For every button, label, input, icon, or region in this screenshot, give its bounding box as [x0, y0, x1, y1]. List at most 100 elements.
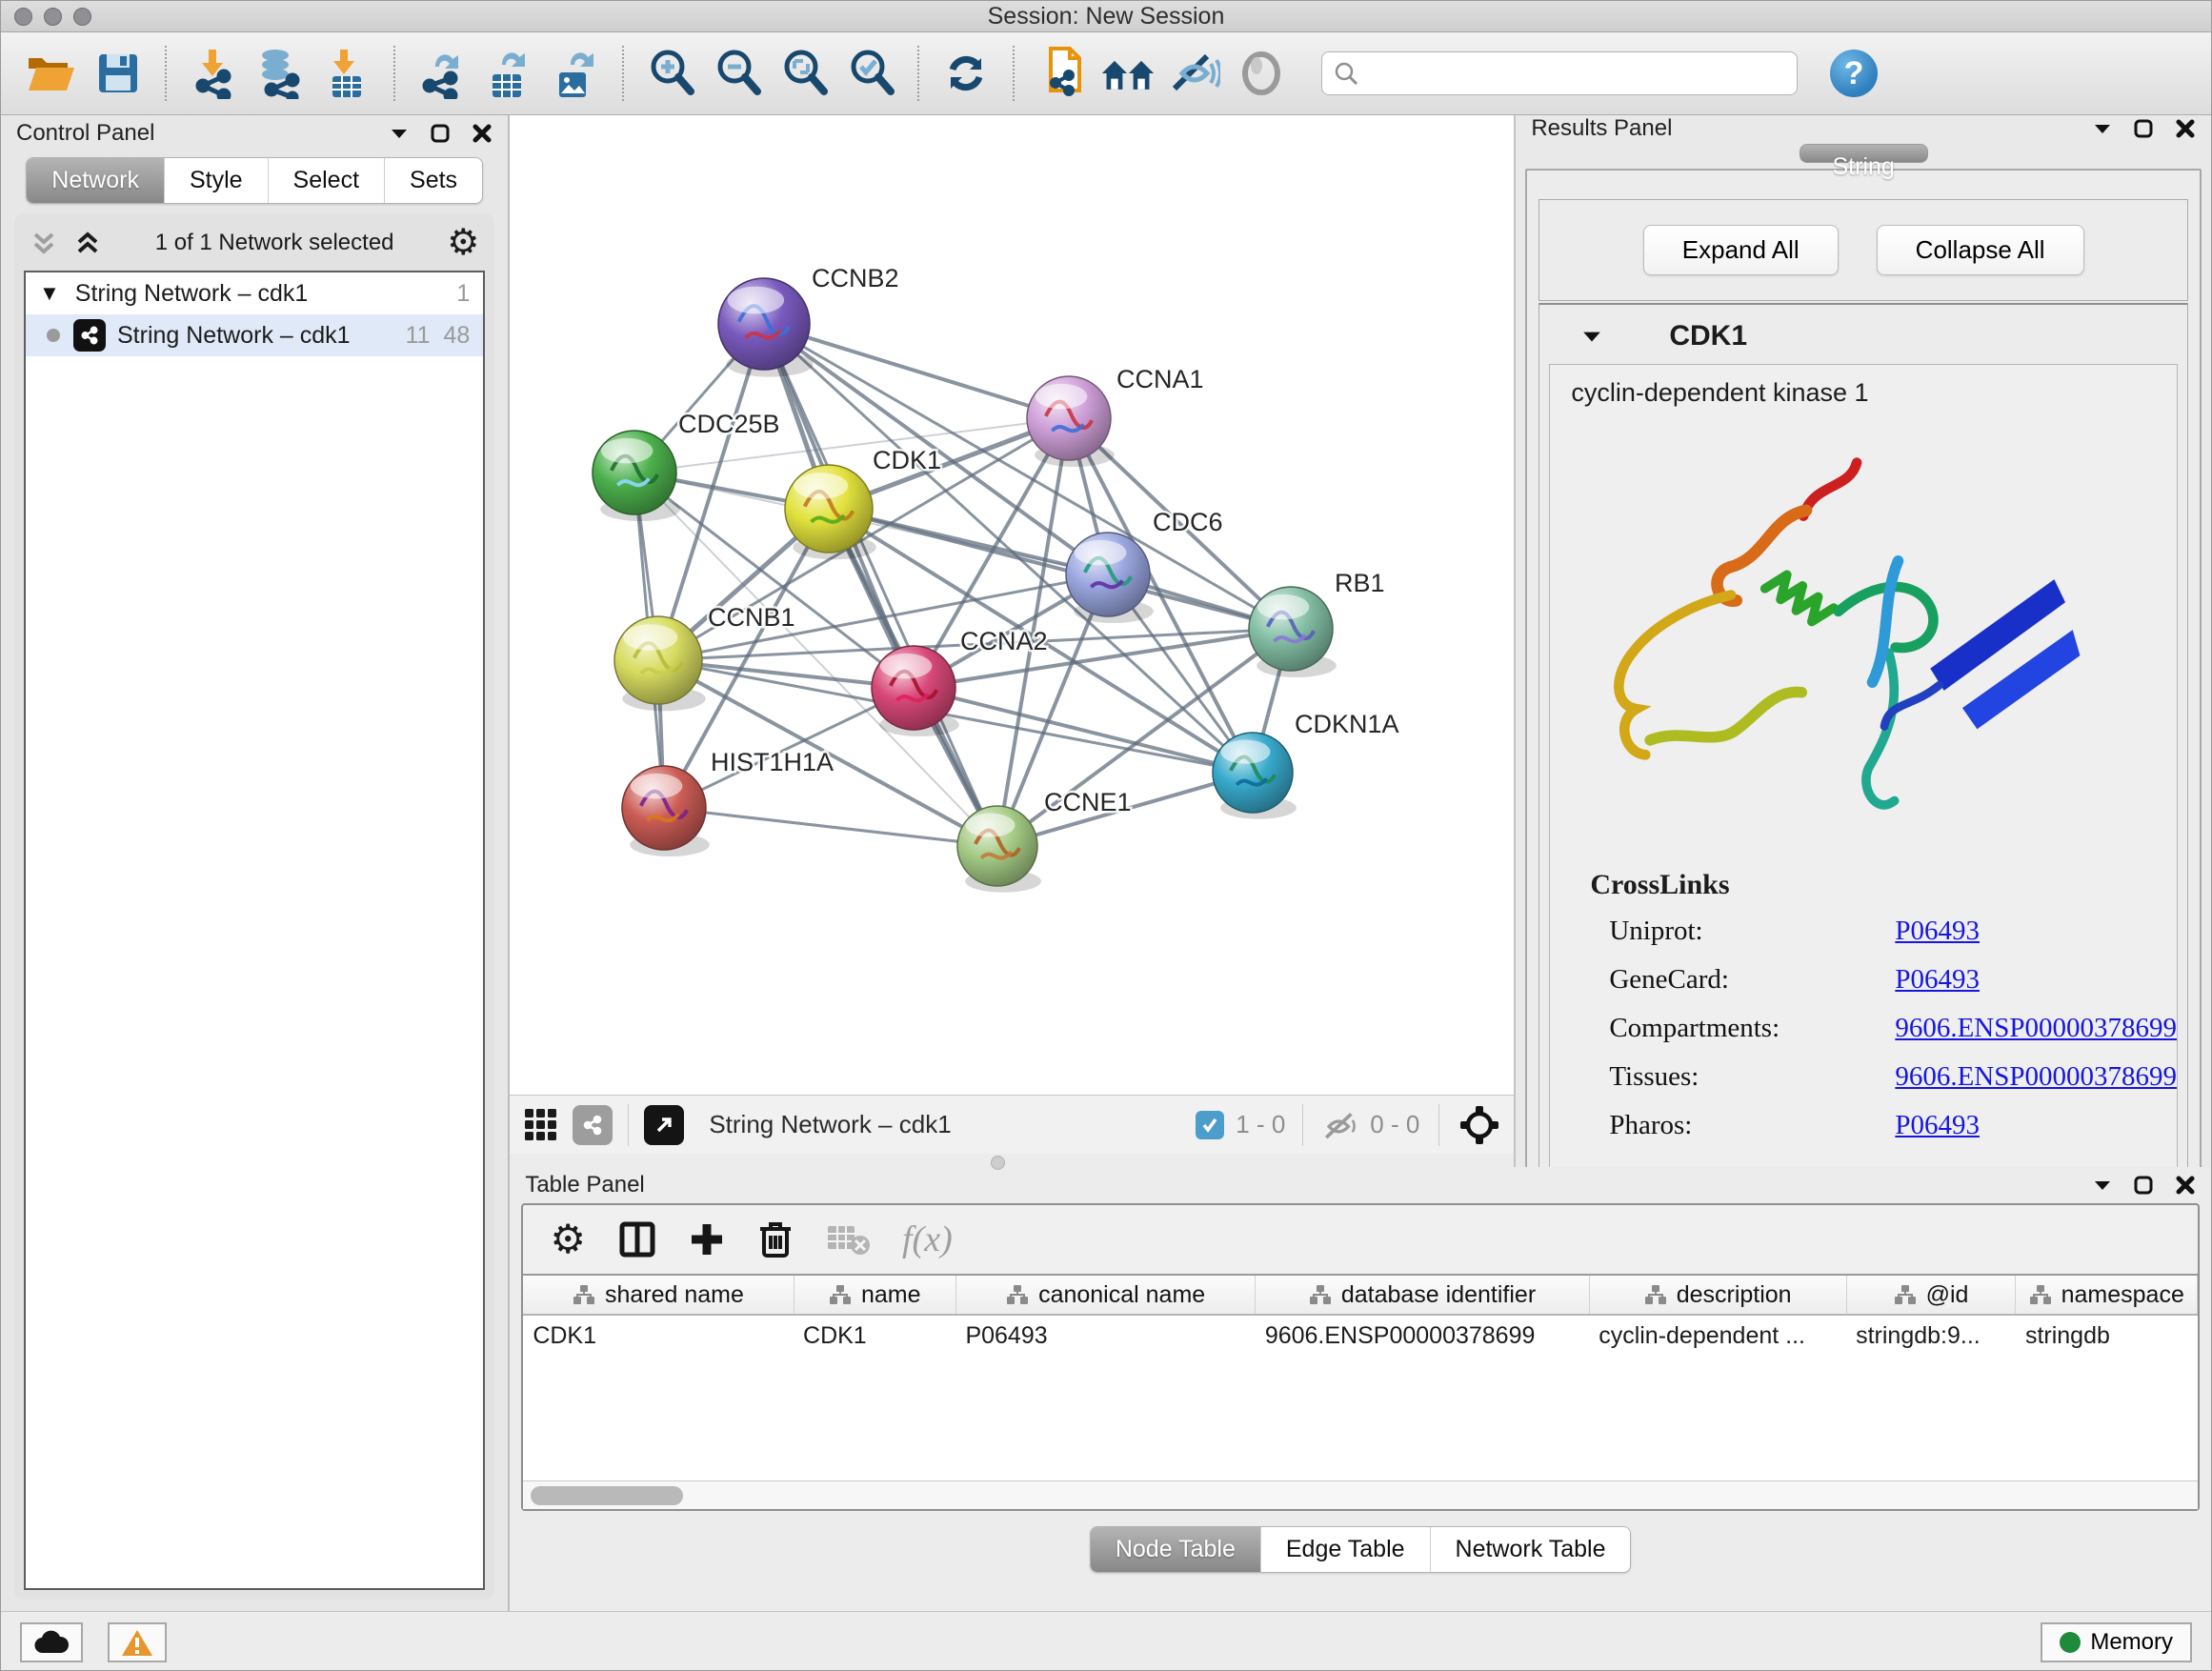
- table-cell[interactable]: cyclin-dependent ...: [1589, 1315, 1846, 1357]
- network-edge[interactable]: [764, 324, 1069, 418]
- panel-menu-icon[interactable]: [2093, 122, 2112, 135]
- export-table-icon[interactable]: [481, 45, 536, 102]
- import-network-file-icon[interactable]: [186, 45, 241, 102]
- memory-button[interactable]: Memory: [2041, 1622, 2192, 1662]
- network-edge[interactable]: [914, 688, 1253, 773]
- import-network-database-icon[interactable]: [252, 45, 308, 102]
- table-options-gear-icon[interactable]: ⚙: [550, 1219, 586, 1259]
- help-icon[interactable]: ?: [1830, 50, 1878, 97]
- panel-menu-icon[interactable]: [2093, 1178, 2112, 1192]
- network-options-gear-icon[interactable]: ⚙: [447, 225, 479, 261]
- crosslink-link[interactable]: P06493: [1895, 1110, 1980, 1141]
- tab-node-table[interactable]: Node Table: [1091, 1527, 1261, 1572]
- network-node-ccnb1[interactable]: [614, 616, 702, 704]
- zoom-selected-icon[interactable]: [843, 45, 898, 102]
- close-panel-icon[interactable]: [2175, 118, 2196, 139]
- tab-network[interactable]: Network: [27, 158, 165, 203]
- collapse-all-button[interactable]: Collapse All: [1877, 225, 2084, 275]
- open-file-icon[interactable]: [24, 45, 79, 102]
- save-session-icon[interactable]: [90, 45, 146, 102]
- grid-view-icon[interactable]: [523, 1107, 559, 1143]
- expand-all-icon[interactable]: [73, 229, 102, 257]
- column-header-name[interactable]: name: [794, 1275, 955, 1315]
- crosslink-link[interactable]: 9606.ENSP00000378699: [1895, 1061, 2177, 1093]
- tab-string[interactable]: String: [1800, 144, 1928, 163]
- crosslink-link[interactable]: 9606.ENSP00000378699: [1895, 1013, 2177, 1044]
- column-header-canonical-name[interactable]: canonical name: [955, 1275, 1255, 1315]
- node-label-ccna2: CCNA2: [960, 627, 1048, 655]
- open-in-string-icon[interactable]: [1034, 45, 1089, 102]
- close-panel-icon[interactable]: [2175, 1175, 2196, 1196]
- network-node-cdc6[interactable]: [1066, 533, 1150, 616]
- float-panel-icon[interactable]: [430, 123, 451, 144]
- float-panel-icon[interactable]: [2133, 1175, 2154, 1196]
- network-node-cdc25b[interactable]: [593, 431, 676, 514]
- show-glasspane-icon[interactable]: [1234, 45, 1289, 102]
- network-row[interactable]: String Network – cdk1 11 48: [26, 314, 483, 356]
- export-network-icon[interactable]: [414, 45, 470, 102]
- crosslink-link[interactable]: P06493: [1895, 916, 1980, 947]
- tab-sets[interactable]: Sets: [385, 158, 482, 203]
- panel-menu-icon[interactable]: [390, 127, 409, 140]
- tab-style[interactable]: Style: [165, 158, 269, 203]
- home-icon[interactable]: [1100, 45, 1156, 102]
- tab-network-table[interactable]: Network Table: [1431, 1527, 1631, 1572]
- cloud-status-button[interactable]: [20, 1622, 83, 1662]
- import-table-icon[interactable]: [319, 45, 374, 102]
- network-node-rb1[interactable]: [1249, 587, 1333, 671]
- delete-column-icon[interactable]: [757, 1219, 794, 1259]
- close-panel-icon[interactable]: [472, 123, 493, 144]
- network-node-ccna2[interactable]: [872, 646, 955, 730]
- entry-collapse-icon[interactable]: [1581, 329, 1602, 344]
- detach-view-icon[interactable]: [644, 1105, 684, 1145]
- float-panel-icon[interactable]: [2133, 118, 2154, 139]
- network-canvas[interactable]: CCNB2CCNA1CDC25BCDK1CDC6RB1CCNB1CCNA2CDK…: [510, 115, 1514, 1095]
- delete-table-icon[interactable]: [826, 1222, 870, 1257]
- hide-glasspane-icon[interactable]: [1167, 45, 1222, 102]
- column-header-shared-name[interactable]: shared name: [523, 1275, 794, 1315]
- tab-edge-table[interactable]: Edge Table: [1261, 1527, 1431, 1572]
- tab-select[interactable]: Select: [269, 158, 385, 203]
- search-input[interactable]: [1368, 60, 1785, 87]
- column-header-description[interactable]: description: [1589, 1275, 1846, 1315]
- table-cell[interactable]: CDK1: [523, 1315, 794, 1357]
- selected-nodes-checkbox-icon[interactable]: [1196, 1111, 1224, 1139]
- collapse-all-icon[interactable]: [30, 229, 58, 257]
- export-image-icon[interactable]: [548, 45, 603, 102]
- network-node-hist1h1a[interactable]: [622, 766, 706, 850]
- expand-all-button[interactable]: Expand All: [1643, 225, 1839, 275]
- warnings-button[interactable]: [108, 1622, 167, 1662]
- table-cell[interactable]: stringdb:9...: [1846, 1315, 2016, 1357]
- node-label-rb1: RB1: [1335, 569, 1385, 597]
- network-edge[interactable]: [664, 808, 997, 846]
- scrollbar-thumb[interactable]: [531, 1486, 683, 1505]
- network-node-ccne1[interactable]: [957, 806, 1037, 886]
- zoom-fit-icon[interactable]: [776, 45, 832, 102]
- birds-eye-toggle-icon[interactable]: [1458, 1104, 1500, 1146]
- table-cell[interactable]: stringdb: [2016, 1315, 2198, 1357]
- zoom-in-icon[interactable]: [643, 45, 698, 102]
- network-share-view-icon[interactable]: [573, 1105, 613, 1145]
- function-builder-icon[interactable]: f(x): [902, 1218, 953, 1260]
- table-panel: Table Panel ⚙ f(x): [510, 1167, 2211, 1611]
- table-row[interactable]: CDK1CDK1P064939606.ENSP00000378699cyclin…: [523, 1315, 2197, 1357]
- column-header-namespace[interactable]: namespace: [2016, 1275, 2198, 1315]
- column-header-id[interactable]: @id: [1846, 1275, 2016, 1315]
- network-node-cdkn1a[interactable]: [1213, 733, 1293, 813]
- refresh-icon[interactable]: [938, 45, 994, 102]
- network-collection-row[interactable]: ▼ String Network – cdk1 1: [26, 272, 483, 314]
- zoom-out-icon[interactable]: [710, 45, 765, 102]
- table-cell[interactable]: 9606.ENSP00000378699: [1256, 1315, 1589, 1357]
- show-columns-icon[interactable]: [618, 1220, 656, 1258]
- network-node-ccna1[interactable]: [1027, 376, 1111, 460]
- column-header-database-identifier[interactable]: database identifier: [1256, 1275, 1589, 1315]
- network-node-ccnb2[interactable]: [718, 278, 810, 370]
- table-cell[interactable]: CDK1: [794, 1315, 955, 1357]
- toolbar-separator: [917, 46, 919, 101]
- add-column-icon[interactable]: [689, 1221, 725, 1258]
- network-node-cdk1[interactable]: [785, 465, 873, 553]
- table-horizontal-scrollbar[interactable]: [523, 1480, 2198, 1509]
- table-cell[interactable]: P06493: [955, 1315, 1255, 1357]
- crosslink-link[interactable]: P06493: [1895, 964, 1980, 996]
- collection-expand-icon[interactable]: ▼: [39, 281, 60, 306]
